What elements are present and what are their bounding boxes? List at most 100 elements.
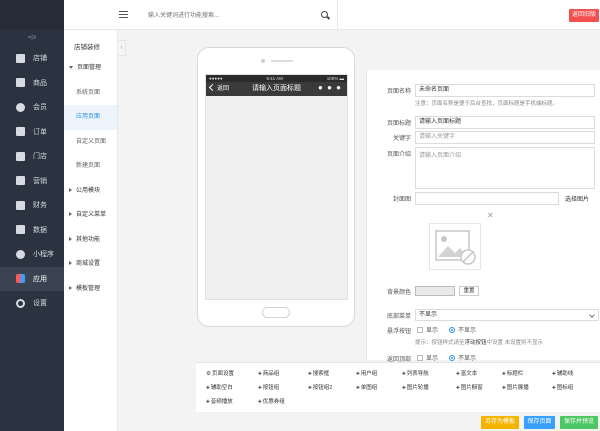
page-name-hint: 注意：页面名称是便于后台查找，页面标题是手机端标题。 [415,101,559,107]
bg-color-swatch[interactable] [415,286,455,296]
close-icon[interactable]: ✕ [487,211,494,220]
component-toolbar: 页面设置 商品组 搜索框 用户组 列表导航 富文本 标题栏 辅助线 辅助空白 按… [196,362,600,412]
component-user-group[interactable]: 用户组 [356,369,378,377]
component-button-group[interactable]: 按钮组 [258,383,280,391]
goods-icon [16,78,25,88]
sidebar-toggle[interactable]: =|≡ [0,30,64,46]
submenu-group-custom-menu[interactable]: 自定义菜单 [64,203,117,228]
submenu-group-label: 模板管理 [76,285,101,292]
back-top-hide-option[interactable]: 不显示 [449,353,476,362]
submenu-item-app-pages[interactable]: 应用页面 [64,105,117,130]
submenu-group-page-manage[interactable]: 页面管理 [64,56,117,81]
battery-indicator: 100% ▬ [326,76,344,81]
option-label: 不显示 [458,356,477,362]
checkbox-icon [417,326,423,333]
search-icon[interactable] [321,11,328,18]
submenu-group-public-modules[interactable]: 公用模块 [64,179,117,204]
intro-textarea[interactable]: 请输入页面介绍 [415,147,595,189]
sidebar-item-data[interactable]: 数据 [0,218,64,243]
sidebar-item-miniprogram[interactable]: 小程序 [0,242,64,267]
sidebar-item-label: 财务 [33,202,47,210]
back-top-show-option[interactable]: 显示 [417,353,438,362]
back-to-old-version-button[interactable]: 返回旧版 [569,9,599,22]
chevron-right-icon [69,261,72,266]
float-button-show-option[interactable]: 显示 [417,325,438,334]
component-page-settings[interactable]: 页面设置 [206,369,234,377]
float-button-hide-option[interactable]: 不显示 [449,325,476,334]
component-blank[interactable]: 辅助空白 [206,383,233,391]
sidebar-item-label: 订单 [33,128,47,136]
submenu-group-mall-settings[interactable]: 商城设置 [64,252,117,277]
cover-label: 封面图 [392,197,411,203]
component-rich-text[interactable]: 富文本 [456,369,478,377]
cover-field[interactable] [415,192,559,205]
phone-home-button [262,307,290,318]
choose-image-button[interactable]: 选择图片 [565,194,589,203]
page-name-field[interactable]: 未命名页面 [415,84,595,97]
data-icon [16,225,25,235]
component-button-group-2[interactable]: 按钮组2 [308,383,333,391]
component-audio[interactable]: 音频播放 [206,397,233,405]
component-goods-group[interactable]: 商品组 [258,369,280,377]
divider [337,0,338,30]
submenu-group-other[interactable]: 其他功能 [64,228,117,253]
component-coupon-group[interactable]: 优惠券组 [258,397,285,405]
component-list-nav[interactable]: 列表导航 [402,369,429,377]
save-page-button[interactable]: 保存页面 [524,416,555,429]
page-title-field[interactable]: 请输入页面标题 [415,116,595,129]
component-search-box[interactable]: 搜索框 [308,369,330,377]
phone-screen[interactable]: ●●●●● 9:41 AM 100% ▬ 请输入页面标题 返回 ● ● ● [205,74,348,300]
page-title-label: 页面标题 [386,121,411,127]
sidebar-item-label: 数据 [33,226,47,234]
topbar: 返回旧版 [64,0,600,30]
component-image-showcase[interactable]: 图片展播 [502,383,529,391]
submenu-group-templates[interactable]: 模板管理 [64,277,117,302]
submenu-collapse-button[interactable]: ‹ [118,40,126,56]
submenu-group-label: 其他功能 [76,236,101,243]
chevron-right-icon [69,187,72,192]
keywords-field[interactable]: 请输入关键字 [415,131,595,144]
signal-indicator: ●●●●● [209,76,223,81]
search-input[interactable] [148,8,334,24]
submenu-item-new-page[interactable]: 新建页面 [64,154,117,179]
sidebar-item-goods[interactable]: 商品 [0,71,64,96]
sidebar-item-label: 商品 [33,79,47,87]
sidebar-item-member[interactable]: 会员 [0,95,64,120]
sidebar-item-label: 门店 [33,153,47,161]
sidebar-item-order[interactable]: 订单 [0,120,64,145]
component-guide-line[interactable]: 辅助线 [552,369,574,377]
bottom-menu-label: 底部菜单 [386,314,411,320]
cover-image-placeholder[interactable] [429,223,481,270]
submenu-item-custom-pages[interactable]: 自定义页面 [64,130,117,155]
submenu-group-label: 页面管理 [77,65,102,71]
menu-icon[interactable] [119,11,128,18]
chevron-right-icon [69,236,72,241]
phone-nav-bar[interactable]: 请输入页面标题 返回 ● ● ● [206,82,347,96]
option-label: 不显示 [458,328,477,334]
reset-color-button[interactable]: 重置 [459,286,479,296]
sub-sidebar: 店铺装修 页面管理 系统页面 应用页面 自定义页面 新建页面 公用模块 自定义菜… [64,0,118,431]
submenu-group-label: 商城设置 [76,261,101,267]
logo-area [0,0,64,30]
finance-icon [16,200,25,210]
component-icon-group[interactable]: 图标组 [552,383,574,391]
float-button-link[interactable]: 浮动按钮 [465,340,487,346]
component-image-window[interactable]: 图片橱窗 [456,383,483,391]
bottom-menu-select[interactable]: 不显示 [415,309,599,321]
sidebar-item-marketing[interactable]: 营销 [0,169,64,194]
image-placeholder-icon [435,230,476,265]
save-and-preview-button[interactable]: 保存并预览 [560,416,598,429]
component-carousel[interactable]: 图片轮播 [402,383,429,391]
sidebar-item-finance[interactable]: 财务 [0,193,64,218]
phone-status-bar: ●●●●● 9:41 AM 100% ▬ [206,75,347,82]
member-icon [16,102,25,112]
page-settings-panel: 页面名称 未命名页面 注意：页面名称是便于后台查找，页面标题是手机端标题。 页面… [366,70,600,363]
component-single-image[interactable]: 单图组 [356,383,378,391]
sidebar-item-settings[interactable]: 设置 [0,291,64,316]
sidebar-item-shop[interactable]: 店铺 [0,46,64,71]
submenu-item-system-pages[interactable]: 系统页面 [64,81,117,106]
component-title-bar[interactable]: 标题栏 [502,369,524,377]
sidebar-item-store[interactable]: 门店 [0,144,64,169]
save-as-template-button[interactable]: 另存为模板 [481,416,519,429]
sidebar-item-app[interactable]: 应用 [0,266,64,291]
